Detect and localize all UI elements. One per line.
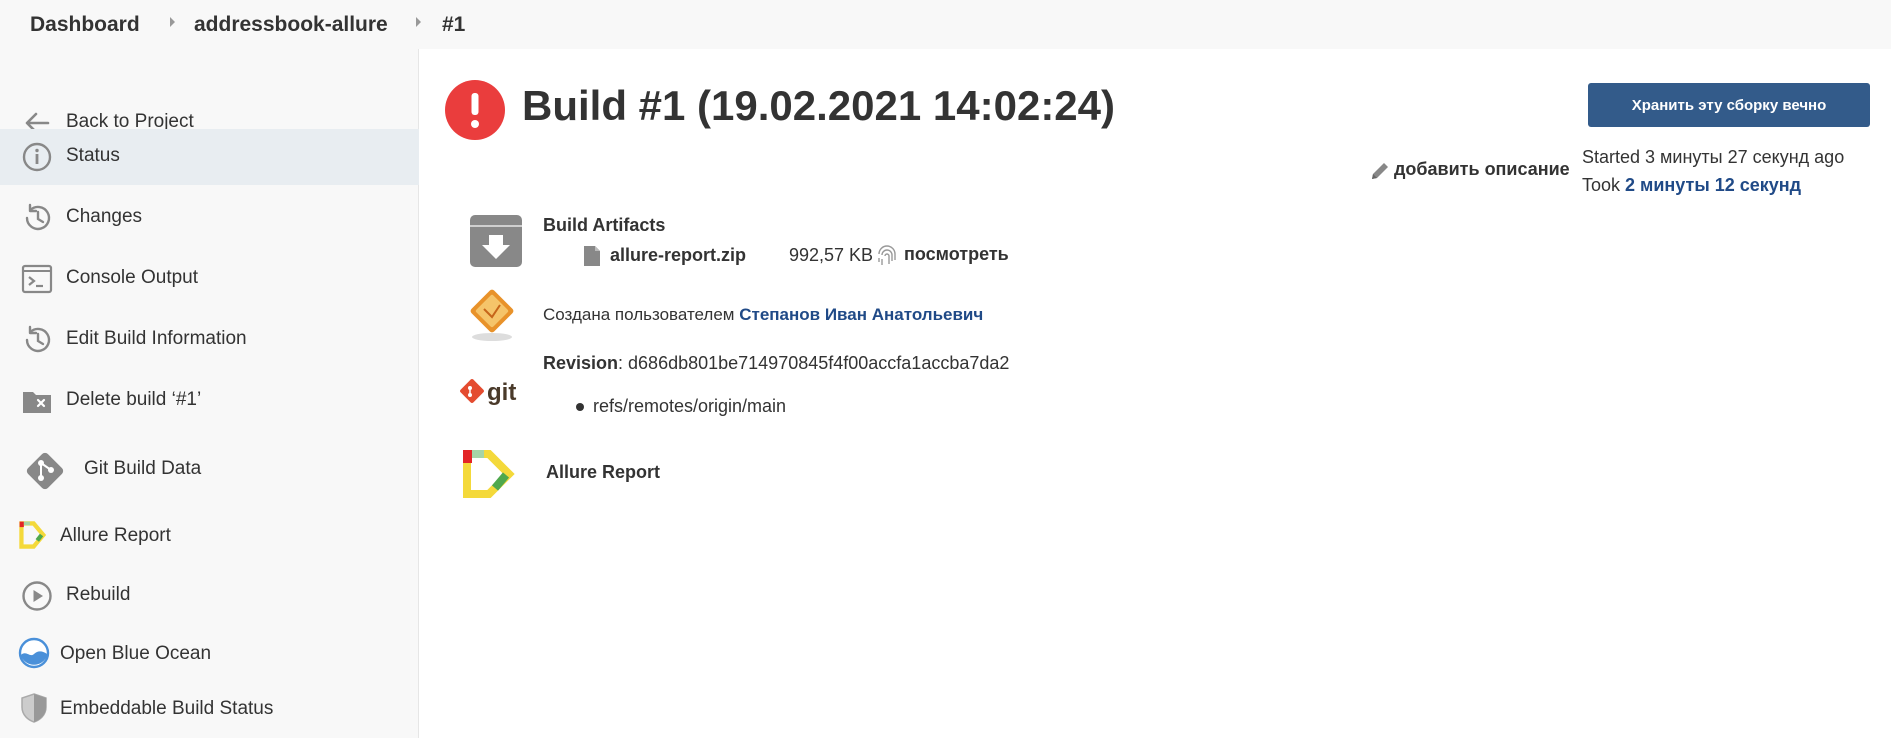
folder-delete-icon bbox=[20, 384, 54, 418]
started-prefix: Started bbox=[1582, 147, 1646, 167]
allure-icon bbox=[18, 520, 48, 550]
sidebar-item-status[interactable]: Status bbox=[0, 129, 419, 185]
took-prefix: Took bbox=[1582, 175, 1626, 195]
duration-link[interactable]: 2 минуты 12 секунд bbox=[1625, 175, 1801, 195]
fingerprint-icon[interactable] bbox=[876, 245, 898, 269]
play-circle-icon bbox=[20, 579, 54, 613]
sidebar-item-rebuild[interactable]: Rebuild bbox=[0, 568, 419, 624]
sidebar-item-label: Changes bbox=[66, 206, 143, 227]
sidebar-item-open-blue-ocean[interactable]: Open Blue Ocean bbox=[0, 627, 419, 683]
terminal-icon bbox=[20, 262, 54, 296]
sidebar-item-edit-build-information[interactable]: Edit Build Information bbox=[0, 312, 419, 368]
allure-report-link[interactable]: Allure Report bbox=[546, 462, 660, 483]
sidebar-item-embeddable-build-status[interactable]: Embeddable Build Status bbox=[0, 682, 419, 738]
svg-text:git: git bbox=[487, 379, 516, 406]
sidebar-item-label: Embeddable Build Status bbox=[60, 698, 274, 719]
blue-ocean-icon bbox=[18, 637, 50, 669]
pencil-icon[interactable] bbox=[1369, 160, 1391, 182]
revision-label: Revision bbox=[543, 353, 619, 373]
user-link[interactable]: Степанов Иван Анатольевич bbox=[739, 305, 983, 324]
sidebar-item-label: Open Blue Ocean bbox=[60, 643, 212, 664]
shield-icon bbox=[18, 692, 50, 724]
sidebar-item-console-output[interactable]: Console Output bbox=[0, 251, 419, 307]
artifact-file-size: 992,57 KB bbox=[789, 245, 874, 265]
history-icon bbox=[20, 201, 54, 235]
cause-text: Создана пользователем Степанов Иван Анат… bbox=[543, 305, 983, 325]
breadcrumb-dashboard[interactable]: Dashboard bbox=[30, 13, 140, 37]
keep-build-forever-button[interactable]: Хранить эту сборку вечно bbox=[1588, 83, 1870, 127]
sidebar-item-label: Console Output bbox=[66, 267, 199, 288]
allure-logo-icon[interactable] bbox=[462, 449, 518, 499]
sidebar-item-label: Delete build ‘#1’ bbox=[66, 389, 202, 410]
sidebar-item-label: Git Build Data bbox=[84, 458, 202, 479]
revision-text: Revision: d686db801be714970845f4f00accfa… bbox=[543, 353, 1009, 374]
info-icon bbox=[20, 140, 54, 174]
add-description-link[interactable]: добавить описание bbox=[1394, 159, 1570, 180]
sidebar-item-label: Rebuild bbox=[66, 584, 131, 605]
artifact-file-link[interactable]: allure-report.zip bbox=[610, 245, 746, 266]
history-icon bbox=[20, 323, 54, 357]
git-logo-icon: git bbox=[459, 377, 523, 407]
started-time: 3 минуты 27 секунд ago bbox=[1645, 147, 1845, 167]
branch-name: refs/remotes/origin/main bbox=[593, 396, 787, 416]
breadcrumb-build[interactable]: #1 bbox=[442, 13, 465, 37]
sidebar-item-label: Status bbox=[66, 145, 120, 166]
sidebar-item-label: Edit Build Information bbox=[66, 328, 247, 349]
revision-hash: : d686db801be714970845f4f00accfa1accba7d… bbox=[618, 353, 1010, 373]
breadcrumb-project[interactable]: addressbook-allure bbox=[194, 13, 388, 37]
page-title: Build #1 (19.02.2021 14:02:24) bbox=[522, 82, 1116, 129]
sidebar-item-allure-report[interactable]: Allure Report bbox=[0, 509, 419, 565]
error-status-icon bbox=[445, 80, 505, 140]
git-icon bbox=[22, 448, 68, 494]
sidebar-item-delete-build[interactable]: Delete build ‘#1’ bbox=[0, 373, 419, 429]
archive-download-icon bbox=[468, 213, 524, 269]
cause-prefix: Создана пользователем bbox=[543, 305, 740, 324]
sidebar-item-label: Allure Report bbox=[60, 525, 171, 546]
sidebar: Back to Project Status Changes Console O… bbox=[0, 49, 419, 738]
started-text: Started 3 минуты 27 секунд ago bbox=[1582, 147, 1844, 168]
took-text: Took 2 минуты 12 секунд bbox=[1582, 175, 1801, 196]
sidebar-item-git-build-data[interactable]: Git Build Data bbox=[0, 439, 419, 501]
file-icon bbox=[583, 245, 601, 267]
view-artifact-link[interactable]: посмотреть bbox=[904, 244, 1009, 265]
breadcrumb: Dashboard addressbook-allure #1 bbox=[0, 0, 1891, 49]
user-cause-icon bbox=[466, 287, 518, 343]
breadcrumb-separator-icon bbox=[170, 17, 175, 27]
sidebar-item-changes[interactable]: Changes bbox=[0, 190, 419, 246]
breadcrumb-separator-icon bbox=[416, 17, 421, 27]
build-artifacts-heading[interactable]: Build Artifacts bbox=[543, 215, 665, 236]
bullet-icon bbox=[576, 403, 584, 411]
